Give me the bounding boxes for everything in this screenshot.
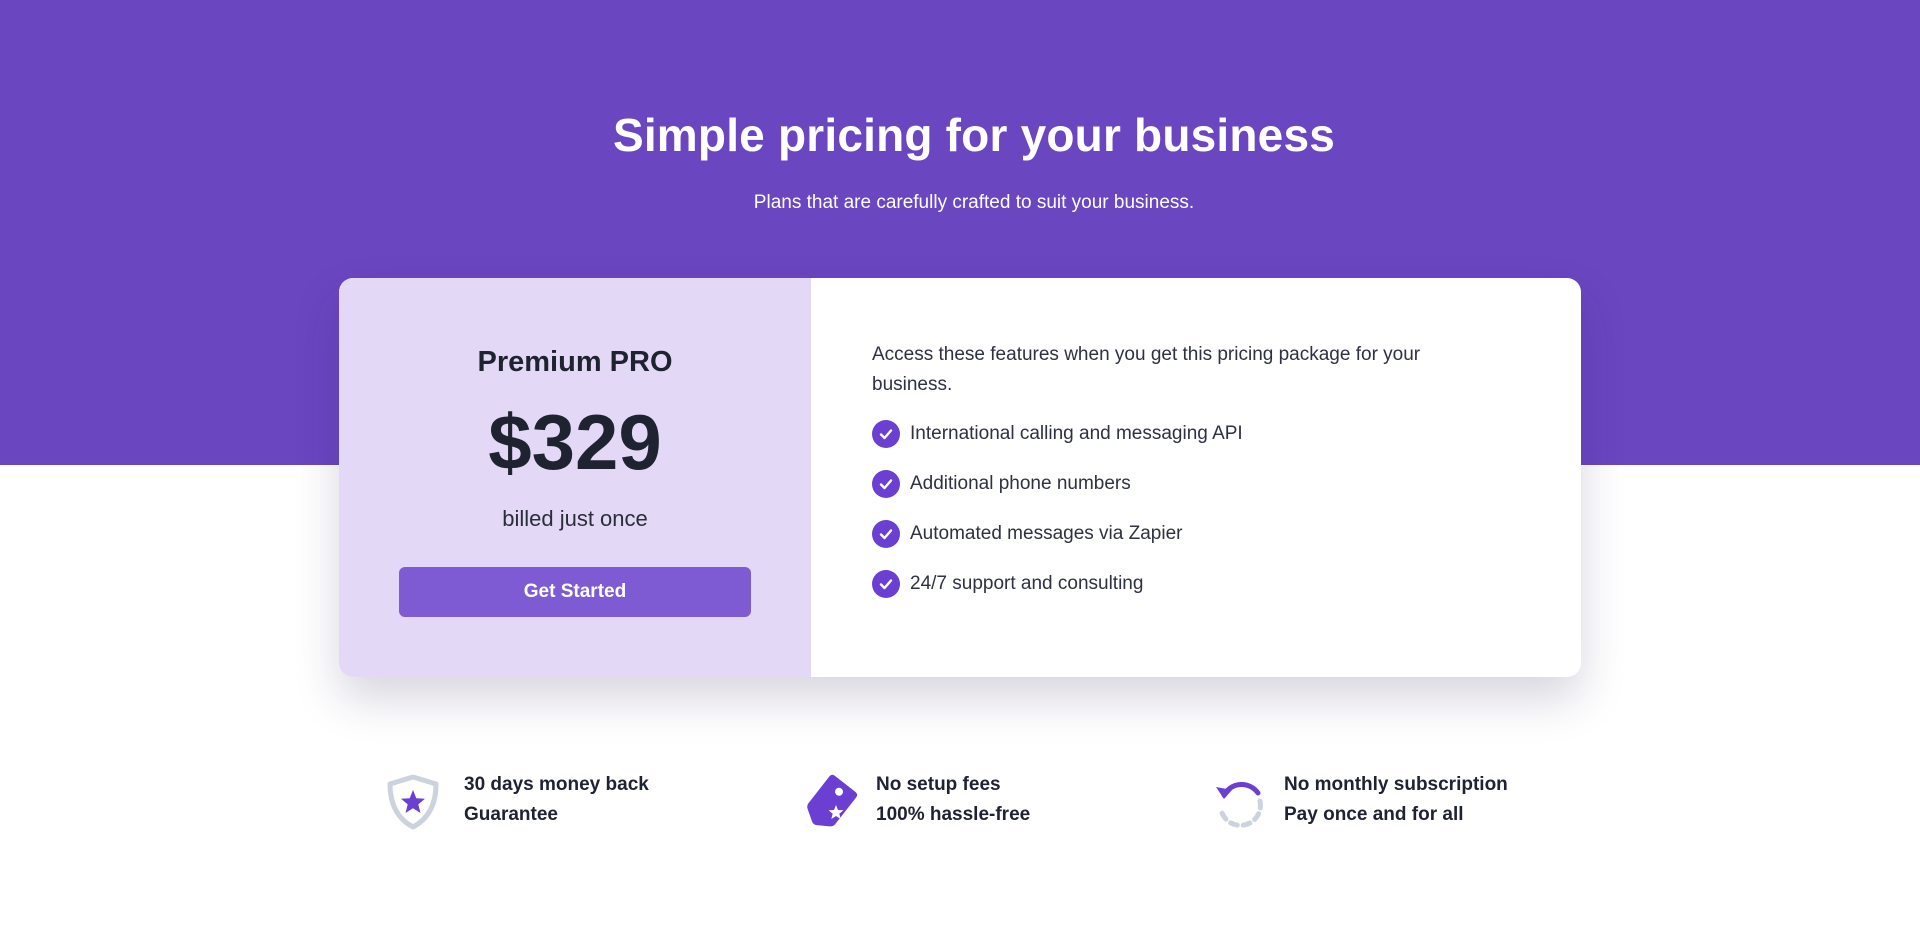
features-intro: Access these features when you get this …	[872, 344, 1421, 395]
guarantee-subtitle: Guarantee	[464, 804, 558, 825]
check-circle-icon	[872, 420, 900, 448]
page-title: Simple pricing for your business	[612, 109, 1336, 161]
guarantee-row: 30 days money back Guarantee No setup fe…	[384, 773, 1584, 833]
list-item: International calling and messaging API	[872, 419, 1243, 449]
price-tag-icon	[802, 773, 860, 831]
plan-summary-panel: Premium PRO $329 billed just once Get St…	[339, 278, 811, 677]
list-item: Additional phone numbers	[872, 469, 1243, 499]
shield-star-icon	[384, 773, 442, 831]
guarantee-money-back: 30 days money back Guarantee	[384, 773, 649, 831]
get-started-button[interactable]: Get Started	[399, 567, 751, 617]
check-circle-icon	[872, 570, 900, 598]
check-circle-icon	[872, 470, 900, 498]
feature-label: Additional phone numbers	[910, 473, 1131, 494]
guarantee-subtitle: 100% hassle-free	[876, 804, 1031, 825]
guarantee-title: No monthly subscription	[1284, 774, 1508, 795]
feature-label: Automated messages via Zapier	[910, 523, 1183, 544]
guarantee-title: No setup fees	[876, 774, 1001, 795]
guarantee-subtitle: Pay once and for all	[1284, 804, 1464, 825]
page-subtitle: Plans that are carefully crafted to suit…	[753, 192, 1195, 213]
plan-name: Premium PRO	[477, 346, 673, 378]
guarantee-title: 30 days money back	[464, 774, 649, 795]
list-item: Automated messages via Zapier	[872, 519, 1243, 549]
list-item: 24/7 support and consulting	[872, 569, 1243, 599]
refresh-cycle-icon	[1210, 773, 1268, 831]
guarantee-no-setup: No setup fees 100% hassle-free	[802, 773, 1030, 831]
features-panel: Access these features when you get this …	[811, 278, 1581, 677]
pricing-card: Premium PRO $329 billed just once Get St…	[339, 278, 1581, 677]
feature-label: International calling and messaging API	[910, 423, 1243, 444]
plan-billing-note: billed just once	[502, 506, 648, 531]
guarantee-no-subscription: No monthly subscription Pay once and for…	[1210, 773, 1508, 831]
feature-label: 24/7 support and consulting	[910, 573, 1144, 594]
feature-list: International calling and messaging API …	[872, 419, 1243, 619]
plan-price: $329	[488, 398, 662, 486]
check-circle-icon	[872, 520, 900, 548]
